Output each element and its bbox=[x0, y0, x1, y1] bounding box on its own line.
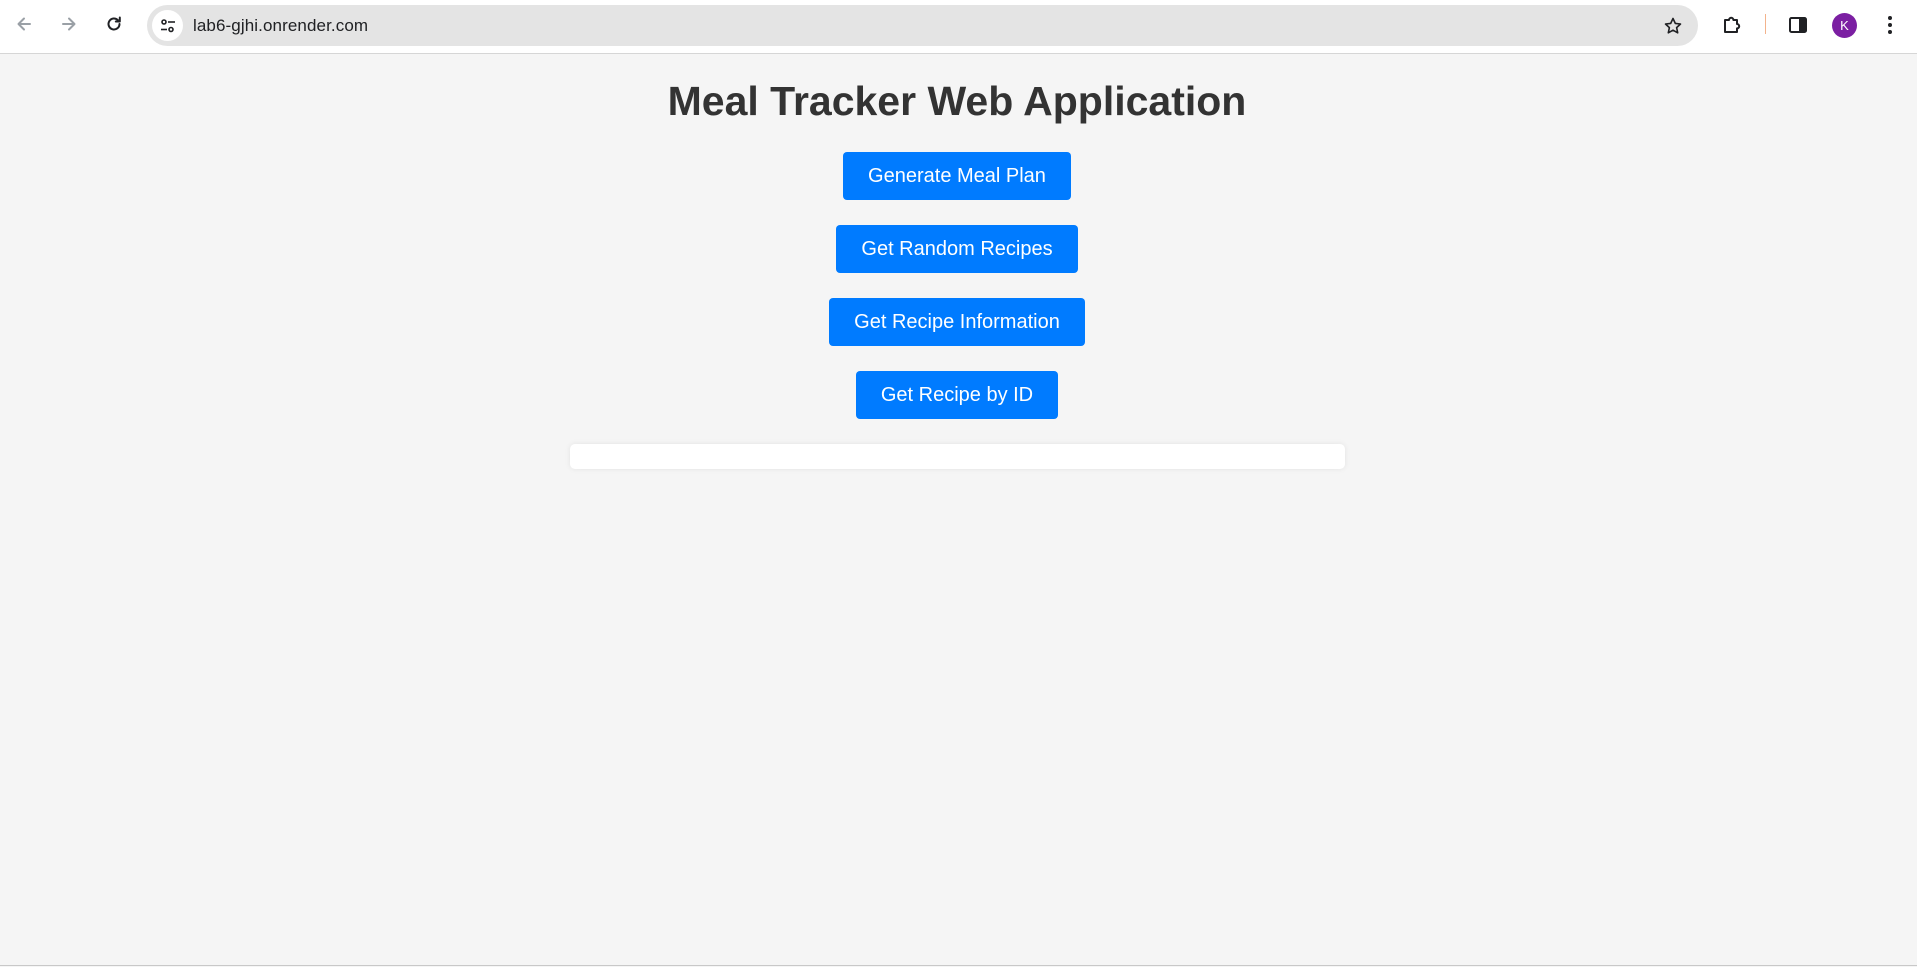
reload-button[interactable] bbox=[99, 9, 129, 39]
results-container bbox=[570, 444, 1345, 469]
page-title: Meal Tracker Web Application bbox=[667, 78, 1247, 124]
extensions-button[interactable] bbox=[1718, 11, 1746, 39]
bottom-border bbox=[0, 965, 1917, 966]
address-bar[interactable]: lab6-gjhi.onrender.com bbox=[147, 5, 1698, 46]
toolbar-divider bbox=[1765, 14, 1766, 34]
side-panel-icon bbox=[1789, 17, 1807, 33]
extensions-icon bbox=[1724, 16, 1741, 33]
more-menu-button[interactable] bbox=[1876, 11, 1904, 39]
url-text[interactable]: lab6-gjhi.onrender.com bbox=[193, 16, 368, 36]
page-content: Meal Tracker Web Application Generate Me… bbox=[0, 54, 1917, 967]
get-random-recipes-button[interactable]: Get Random Recipes bbox=[836, 225, 1078, 273]
generate-meal-plan-button[interactable]: Generate Meal Plan bbox=[843, 152, 1071, 200]
profile-avatar[interactable]: K bbox=[1832, 13, 1857, 38]
more-menu-icon bbox=[1888, 16, 1892, 34]
reload-icon bbox=[107, 16, 121, 31]
back-arrow-icon bbox=[17, 17, 31, 31]
back-button[interactable] bbox=[9, 9, 39, 39]
side-panel-button[interactable] bbox=[1784, 11, 1812, 39]
get-recipe-by-id-button[interactable]: Get Recipe by ID bbox=[856, 371, 1058, 419]
forward-arrow-icon bbox=[62, 17, 76, 31]
forward-button[interactable] bbox=[54, 9, 84, 39]
browser-toolbar: lab6-gjhi.onrender.com K bbox=[0, 0, 1917, 54]
bookmark-star-icon bbox=[1664, 17, 1682, 34]
get-recipe-information-button[interactable]: Get Recipe Information bbox=[829, 298, 1085, 346]
site-settings-icon bbox=[160, 18, 175, 32]
bookmark-button[interactable] bbox=[1662, 15, 1684, 37]
site-settings-button[interactable] bbox=[152, 10, 183, 41]
